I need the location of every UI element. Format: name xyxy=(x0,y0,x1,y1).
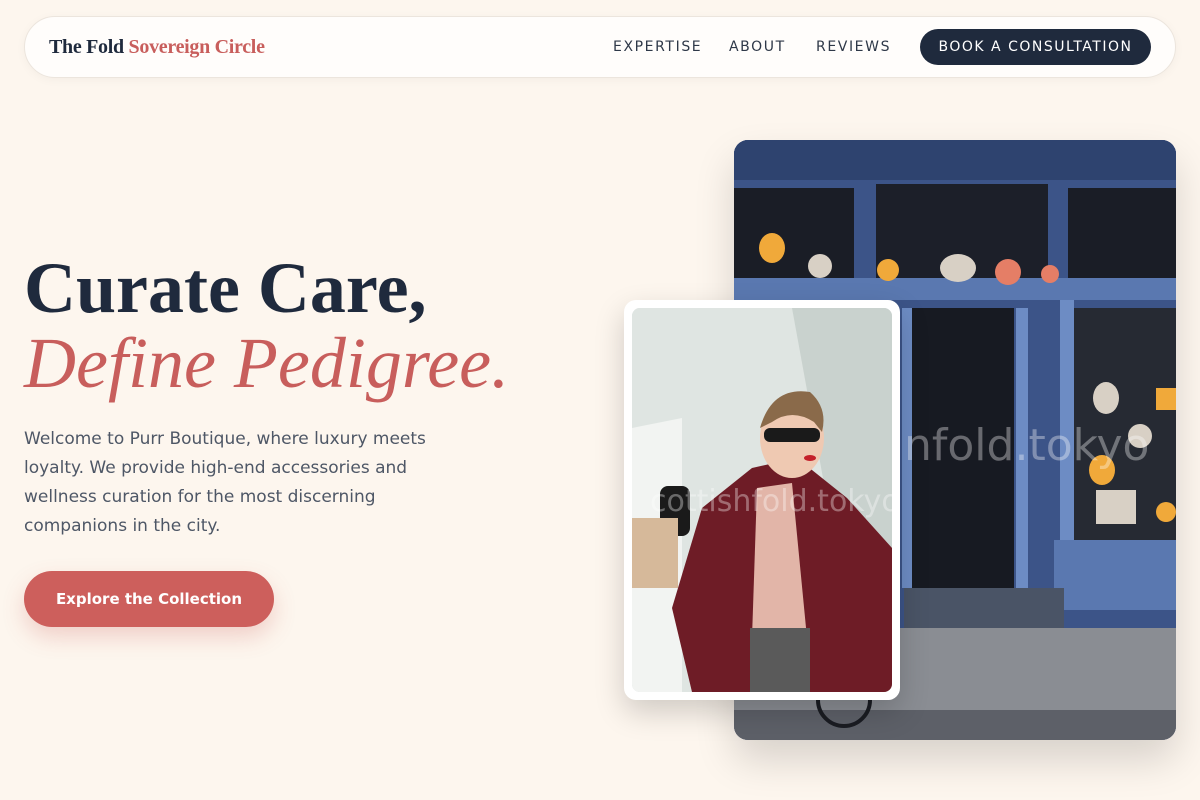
nav-link-reviews[interactable]: REVIEWS xyxy=(816,39,891,55)
book-consultation-button[interactable]: BOOK A CONSULTATION xyxy=(920,29,1151,65)
portrait-image: cottishfold.tokyo xyxy=(632,308,892,692)
brand-name-accent: Sovereign Circle xyxy=(128,36,265,58)
hero-title-line1: Curate Care, xyxy=(24,248,427,328)
storefront-watermark: nfold.tokyo xyxy=(904,420,1150,471)
explore-collection-button[interactable]: Explore the Collection xyxy=(24,571,274,627)
hero-description: Welcome to Purr Boutique, where luxury m… xyxy=(24,429,426,536)
nav-link-about[interactable]: ABOUT xyxy=(729,39,786,55)
nav-link-expertise[interactable]: EXPERTISE xyxy=(613,39,702,55)
brand-logo[interactable]: The Fold Sovereign Circle xyxy=(49,36,265,59)
portrait-card: cottishfold.tokyo xyxy=(624,300,900,700)
hero-title-line2: Define Pedigree. xyxy=(24,323,510,403)
brand-name-primary: The Fold xyxy=(49,36,124,58)
top-nav: The Fold Sovereign Circle EXPERTISE ABOU… xyxy=(24,16,1176,78)
portrait-watermark: cottishfold.tokyo xyxy=(650,484,892,519)
